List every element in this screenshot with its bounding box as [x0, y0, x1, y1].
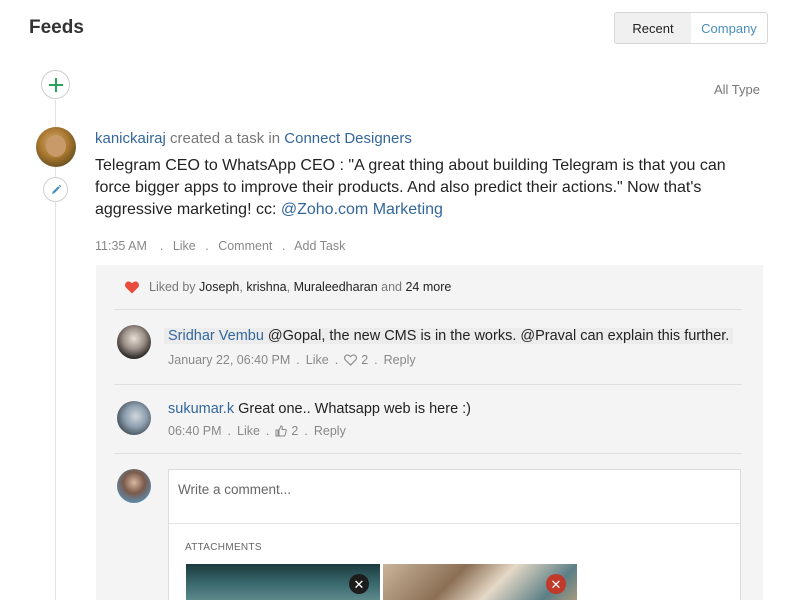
- post-time: 11:35 AM: [95, 239, 147, 253]
- mention-link[interactable]: @Zoho.com Marketing: [281, 201, 443, 218]
- heart-outline-icon[interactable]: [344, 354, 358, 366]
- pencil-icon: [51, 184, 61, 194]
- avatar: [117, 469, 151, 503]
- comment-reply-link[interactable]: Reply: [314, 424, 346, 438]
- add-post-button[interactable]: [41, 70, 70, 99]
- attachment-thumbnail[interactable]: ✕: [186, 564, 380, 600]
- avatar[interactable]: [36, 127, 76, 167]
- all-type-filter[interactable]: All Type: [714, 82, 760, 97]
- attachments-label: ATTACHMENTS: [185, 542, 262, 553]
- comment-meta: 06:40 PM . Like . 2 . Reply: [168, 424, 346, 438]
- comment-text: Sridhar Vembu @Gopal, the new CMS is in t…: [164, 328, 734, 344]
- close-icon[interactable]: ✕: [349, 574, 369, 594]
- comment-author-link[interactable]: sukumar.k: [168, 401, 234, 417]
- avatar[interactable]: [117, 401, 151, 435]
- comment-body: Great one.. Whatsapp web is here :): [238, 401, 472, 417]
- divider: [114, 384, 742, 385]
- post-meta: 11:35 AM . Like . Comment . Add Task: [95, 239, 346, 253]
- comment-author-link[interactable]: Sridhar Vembu: [168, 328, 264, 344]
- comment-input[interactable]: Write a comment...: [178, 482, 291, 497]
- comment-like-count: 2: [291, 424, 299, 438]
- liker-name[interactable]: krishna: [246, 280, 286, 294]
- close-icon[interactable]: ✕: [546, 574, 566, 594]
- comment-meta: January 22, 06:40 PM . Like . 2 . Reply: [168, 353, 416, 367]
- comment-link[interactable]: Comment: [218, 239, 272, 253]
- divider: [114, 309, 742, 310]
- edit-button[interactable]: [43, 177, 68, 202]
- like-link[interactable]: Like: [173, 239, 196, 253]
- comment-like-count: 2: [361, 353, 369, 367]
- feed-filter-toggle: Recent Company: [614, 12, 768, 44]
- tab-recent[interactable]: Recent: [615, 13, 691, 43]
- comment-like-link[interactable]: Like: [237, 424, 260, 438]
- post-header: kanickairaj created a task in Connect De…: [95, 130, 412, 147]
- comment-time: 06:40 PM: [168, 424, 222, 438]
- timeline-line: [55, 100, 56, 600]
- liker-name[interactable]: Muraleedharan: [294, 280, 378, 294]
- post-group-link[interactable]: Connect Designers: [284, 130, 412, 147]
- likes-prefix: Liked by: [149, 280, 196, 294]
- add-task-link[interactable]: Add Task: [294, 239, 345, 253]
- comment-text: sukumar.k Great one.. Whatsapp web is her…: [168, 401, 471, 417]
- plus-icon: [48, 77, 63, 92]
- post-author-link[interactable]: kanickairaj: [95, 130, 166, 147]
- tab-company[interactable]: Company: [691, 13, 767, 43]
- heart-icon: [125, 280, 139, 293]
- comment-like-link[interactable]: Like: [306, 353, 329, 367]
- attachment-thumbnail[interactable]: ✕: [383, 564, 577, 600]
- comment-composer: Write a comment... ATTACHMENTS ✕ ✕: [168, 469, 741, 600]
- thumbs-up-icon[interactable]: [275, 425, 288, 437]
- divider: [114, 453, 742, 454]
- comment-body: @Gopal, the new CMS is in the works. @Pr…: [267, 328, 730, 344]
- post-body: Telegram CEO to WhatsApp CEO : "A great …: [95, 155, 735, 221]
- comment-time: January 22, 06:40 PM: [168, 353, 291, 367]
- comments-panel: Liked by Joseph, krishna, Muraleedharan …: [96, 265, 763, 600]
- likes-more-link[interactable]: 24 more: [405, 280, 451, 294]
- liker-name[interactable]: Joseph: [199, 280, 239, 294]
- avatar[interactable]: [117, 325, 151, 359]
- post-action-text: created a task in: [170, 130, 281, 147]
- page-title: Feeds: [29, 17, 84, 38]
- likes-and: and: [381, 280, 402, 294]
- likes-row: Liked by Joseph, krishna, Muraleedharan …: [125, 280, 451, 294]
- comment-reply-link[interactable]: Reply: [384, 353, 416, 367]
- divider: [169, 523, 740, 524]
